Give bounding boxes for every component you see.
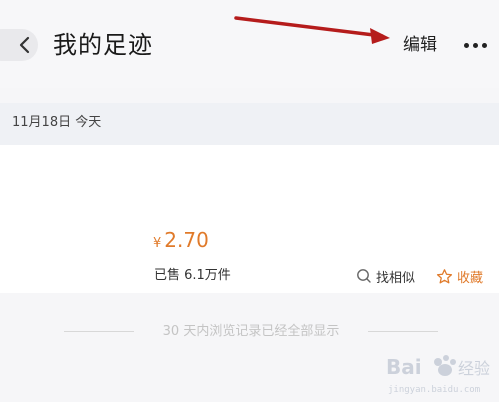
divider-left [64, 331, 134, 332]
svg-text:Bai: Bai [386, 355, 422, 379]
chevron-left-icon[interactable] [17, 35, 33, 55]
favorite-button[interactable]: 收藏 [436, 266, 483, 286]
item-price: ¥2.70 [153, 226, 209, 258]
end-of-list-text: 30 天内浏览记录已经全部显示 [162, 324, 340, 339]
price-value: 2.70 [164, 228, 209, 252]
more-dots-icon[interactable] [462, 34, 490, 56]
find-similar-label: 找相似 [376, 270, 416, 286]
svg-text:经验: 经验 [458, 359, 490, 378]
divider-right [368, 331, 438, 332]
search-icon [357, 269, 371, 283]
star-icon [436, 268, 453, 283]
baidu-jingyan-watermark: Bai 经验 jingyan.baidu.com [386, 355, 490, 395]
annotation-arrow [234, 16, 390, 44]
currency-symbol: ¥ [153, 236, 162, 251]
page-title: 我的足迹 [53, 31, 153, 59]
history-item-card[interactable] [0, 145, 499, 293]
find-similar-button[interactable]: 找相似 [356, 266, 415, 286]
sold-count: 已售 6.1万件 [154, 268, 231, 283]
end-of-list-note: 30 天内浏览记录已经全部显示 [0, 320, 499, 344]
edit-button[interactable]: 编辑 [403, 33, 437, 57]
favorite-label: 收藏 [457, 270, 484, 286]
date-label: 11月18日 今天 [12, 115, 102, 130]
svg-text:jingyan.baidu.com: jingyan.baidu.com [388, 385, 480, 395]
